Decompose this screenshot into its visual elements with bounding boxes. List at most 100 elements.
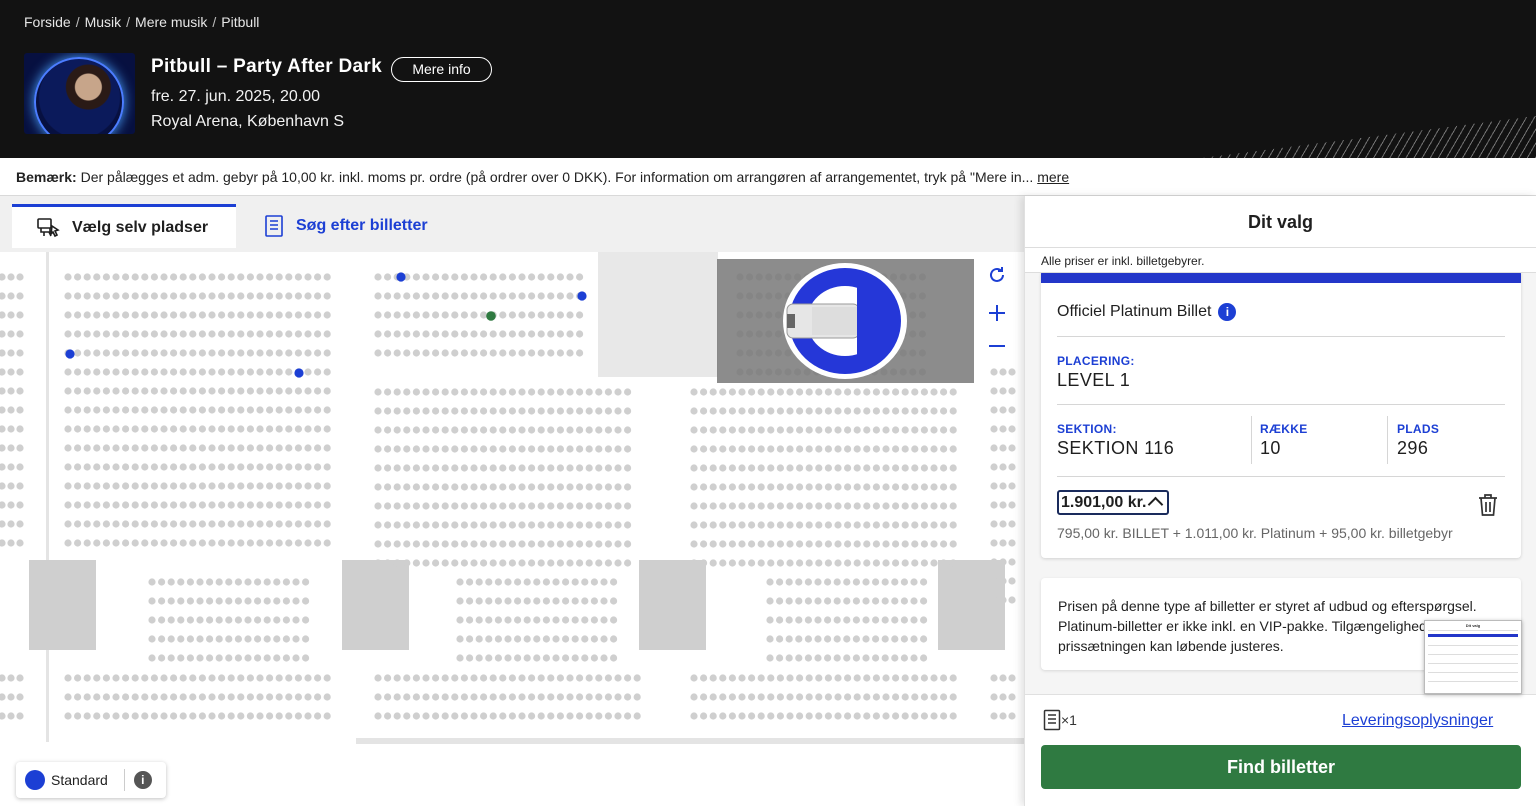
seat[interactable]: [920, 635, 928, 643]
seat[interactable]: [815, 693, 823, 701]
seat[interactable]: [256, 463, 264, 471]
seat[interactable]: [131, 674, 139, 682]
seat[interactable]: [815, 388, 823, 396]
seat[interactable]: [518, 559, 526, 567]
seat[interactable]: [83, 292, 91, 300]
seat[interactable]: [131, 387, 139, 395]
seat[interactable]: [949, 464, 957, 472]
seat[interactable]: [863, 426, 871, 434]
seat[interactable]: [196, 578, 204, 586]
seat[interactable]: [0, 387, 6, 395]
seat[interactable]: [218, 406, 226, 414]
seat[interactable]: [528, 426, 536, 434]
seat[interactable]: [576, 273, 584, 281]
seat[interactable]: [805, 521, 813, 529]
seat[interactable]: [709, 693, 717, 701]
seat[interactable]: [179, 463, 187, 471]
seat[interactable]: [786, 445, 794, 453]
seat[interactable]: [940, 559, 948, 567]
seat[interactable]: [514, 597, 522, 605]
seat[interactable]: [940, 502, 948, 510]
seat[interactable]: [198, 693, 206, 701]
seat[interactable]: [824, 635, 832, 643]
seat[interactable]: [844, 521, 852, 529]
seat[interactable]: [767, 693, 775, 701]
seat[interactable]: [470, 483, 478, 491]
seat[interactable]: [537, 292, 545, 300]
seat[interactable]: [374, 273, 382, 281]
seat[interactable]: [949, 559, 957, 567]
seat[interactable]: [1008, 558, 1016, 566]
seat[interactable]: [872, 578, 880, 586]
seat[interactable]: [422, 483, 430, 491]
seat[interactable]: [999, 425, 1007, 433]
seat[interactable]: [796, 693, 804, 701]
seat[interactable]: [537, 693, 545, 701]
seat[interactable]: [16, 311, 24, 319]
seat[interactable]: [990, 693, 998, 701]
seat[interactable]: [323, 693, 331, 701]
seat[interactable]: [384, 502, 392, 510]
seat[interactable]: [489, 445, 497, 453]
seat[interactable]: [225, 616, 233, 624]
seat[interactable]: [218, 292, 226, 300]
seat[interactable]: [304, 330, 312, 338]
seat[interactable]: [150, 674, 158, 682]
seat[interactable]: [614, 407, 622, 415]
seat[interactable]: [227, 539, 235, 547]
seat-selected[interactable]: [396, 272, 406, 282]
seat[interactable]: [767, 674, 775, 682]
seat[interactable]: [294, 520, 302, 528]
seat[interactable]: [814, 597, 822, 605]
seat[interactable]: [403, 540, 411, 548]
seat[interactable]: [74, 349, 82, 357]
seat[interactable]: [796, 426, 804, 434]
seat[interactable]: [910, 635, 918, 643]
seat[interactable]: [7, 292, 15, 300]
seat[interactable]: [256, 501, 264, 509]
seat[interactable]: [275, 425, 283, 433]
seat[interactable]: [576, 674, 584, 682]
seat[interactable]: [0, 539, 6, 547]
seat[interactable]: [246, 520, 254, 528]
seat[interactable]: [728, 559, 737, 567]
seat[interactable]: [882, 712, 890, 720]
seat[interactable]: [834, 521, 842, 529]
seat[interactable]: [7, 273, 15, 281]
seat[interactable]: [432, 559, 440, 567]
seat[interactable]: [504, 616, 512, 624]
seat[interactable]: [451, 388, 459, 396]
seat[interactable]: [700, 521, 708, 529]
seat[interactable]: [748, 540, 756, 548]
seat[interactable]: [614, 674, 622, 682]
seat[interactable]: [237, 406, 245, 414]
seat[interactable]: [940, 445, 948, 453]
seat[interactable]: [177, 654, 185, 662]
seat[interactable]: [7, 520, 15, 528]
seat[interactable]: [374, 693, 382, 701]
seat[interactable]: [949, 540, 957, 548]
seat[interactable]: [786, 559, 794, 567]
seat[interactable]: [384, 693, 392, 701]
seat[interactable]: [7, 539, 15, 547]
seat[interactable]: [227, 349, 235, 357]
seat[interactable]: [533, 654, 541, 662]
delivery-info-link[interactable]: Leveringsoplysninger: [1342, 712, 1521, 730]
seat[interactable]: [776, 540, 785, 548]
seat[interactable]: [999, 444, 1007, 452]
seat[interactable]: [690, 407, 698, 415]
seat[interactable]: [504, 578, 512, 586]
seat[interactable]: [767, 712, 775, 720]
seat[interactable]: [528, 559, 536, 567]
seat[interactable]: [542, 635, 551, 643]
seat[interactable]: [403, 521, 411, 529]
seat[interactable]: [74, 693, 82, 701]
seat[interactable]: [218, 368, 226, 376]
seat[interactable]: [83, 330, 91, 338]
seat[interactable]: [246, 311, 254, 319]
seat[interactable]: [504, 635, 512, 643]
seat[interactable]: [323, 368, 331, 376]
seat[interactable]: [122, 693, 130, 701]
seat[interactable]: [179, 712, 187, 720]
seat[interactable]: [237, 330, 245, 338]
